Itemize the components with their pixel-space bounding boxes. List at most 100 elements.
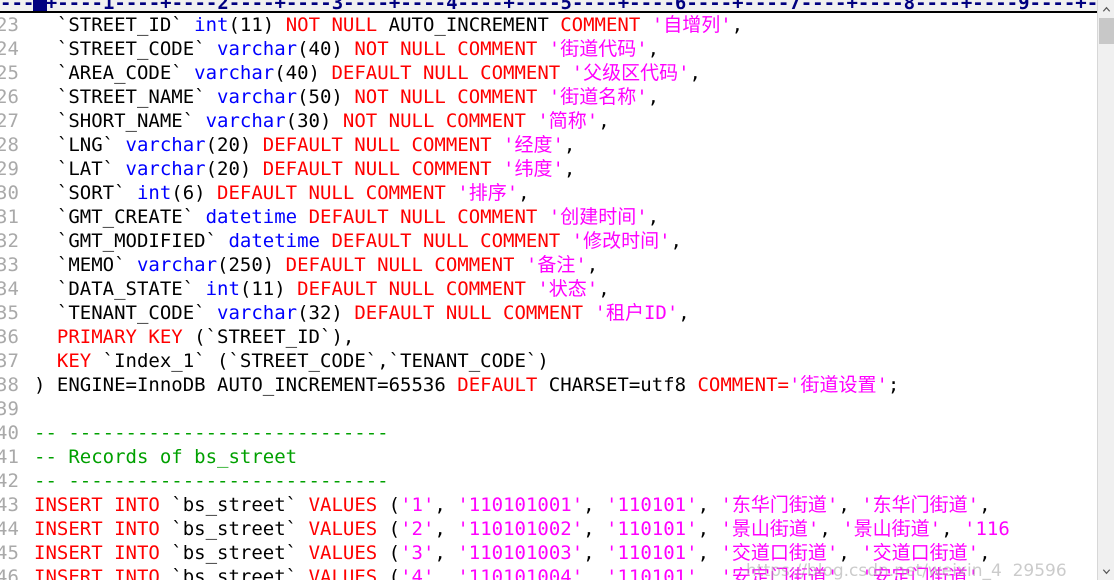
code-line[interactable]: 29 `LAT` varchar(20) DEFAULT NULL COMMEN…	[0, 157, 1010, 181]
code-line[interactable]: 27 `SHORT_NAME` varchar(30) NOT NULL COM…	[0, 109, 1010, 133]
code-token: varchar	[205, 110, 286, 132]
code-token: '3'	[400, 542, 435, 564]
code-token: DEFAULT NULL COMMENT	[331, 62, 572, 84]
code-token: varchar	[194, 62, 275, 84]
code-token: '110101'	[606, 494, 698, 516]
scroll-down-button[interactable]	[1098, 563, 1114, 580]
code-line[interactable]: 32 `GMT_MODIFIED` datetime DEFAULT NULL …	[0, 229, 1010, 253]
scroll-up-button[interactable]	[1098, 0, 1114, 17]
code-token: datetime	[205, 206, 298, 228]
code-token: -- Records of bs_street	[34, 446, 298, 468]
line-number: 29	[0, 158, 19, 180]
code-token: DEFAULT NULL COMMENT	[297, 278, 538, 300]
line-number: 33	[0, 254, 19, 276]
code-line[interactable]: 39	[0, 397, 1010, 421]
code-token: `STREET_CODE`	[34, 38, 218, 60]
code-line[interactable]: 25 `AREA_CODE` varchar(40) DEFAULT NULL …	[0, 61, 1010, 85]
code-line[interactable]: 23 `STREET_ID` int(11) NOT NULL AUTO_INC…	[0, 13, 1010, 37]
code-line[interactable]: 38) ENGINE=InnoDB AUTO_INCREMENT=65536 D…	[0, 373, 1010, 397]
code-token: `LNG`	[34, 134, 126, 156]
code-token: '交道口街道'	[720, 542, 839, 564]
code-editor-area[interactable]: 23 `STREET_ID` int(11) NOT NULL AUTO_INC…	[0, 13, 1097, 580]
code-token: '2'	[400, 518, 435, 540]
code-token: '景山街道'	[842, 518, 942, 540]
code-line[interactable]: 36 PRIMARY KEY (`STREET_ID`),	[0, 325, 1010, 349]
vertical-scrollbar[interactable]	[1097, 0, 1114, 580]
code-line[interactable]: 46 INSERT INTO `bs_street` VALUES ('4', '…	[0, 565, 1010, 580]
line-number: 45	[0, 542, 19, 564]
code-token: NOT NULL COMMENT	[342, 110, 538, 132]
code-token: (40)	[297, 38, 355, 60]
code-token: (	[388, 494, 401, 516]
line-number: 41	[0, 446, 19, 468]
code-token: '排序'	[457, 182, 519, 204]
code-token: `STREET_NAME`	[34, 86, 218, 108]
code-line[interactable]: 34 `DATA_STATE` int(11) DEFAULT NULL COM…	[0, 277, 1010, 301]
ruler-marks: ----+----1----+----2----+----3----+----4…	[0, 0, 1097, 13]
code-line[interactable]: 40 -- ----------------------------	[0, 421, 1010, 445]
code-line[interactable]: 42 -- ----------------------------	[0, 469, 1010, 493]
code-token: INSERT INTO	[34, 494, 172, 516]
code-token: ,	[647, 86, 660, 108]
code-token: DEFAULT NULL COMMENT	[262, 158, 504, 180]
code-token: COMMENT	[560, 14, 652, 36]
code-line[interactable]: 33 `MEMO` varchar(250) DEFAULT NULL COMM…	[0, 253, 1010, 277]
code-token: ,	[434, 518, 458, 540]
code-token: AUTO_INCREMENT	[388, 14, 561, 36]
code-token: '110101'	[606, 518, 698, 540]
code-token: (	[388, 566, 401, 580]
code-token: DEFAULT NULL COMMENT	[354, 302, 595, 324]
code-line[interactable]: 26 `STREET_NAME` varchar(50) NOT NULL CO…	[0, 85, 1010, 109]
code-token: ,	[598, 278, 610, 300]
scrollbar-track[interactable]	[1098, 17, 1114, 563]
code-token: PRIMARY KEY	[56, 326, 195, 348]
scrollbar-thumb[interactable]	[1099, 18, 1114, 44]
code-line[interactable]: 24 `STREET_CODE` varchar(40) NOT NULL CO…	[0, 37, 1010, 61]
code-token: '安定门街道'	[861, 566, 980, 580]
code-token: '110101003'	[457, 542, 584, 564]
line-number: 35	[0, 302, 19, 324]
code-token: NOT NULL COMMENT	[354, 38, 549, 60]
line-number: 36	[0, 326, 19, 348]
code-token: `LAT`	[34, 158, 126, 180]
code-token: (6)	[171, 182, 218, 204]
line-number: 43	[0, 494, 19, 516]
code-token: '父级区代码'	[571, 62, 690, 84]
code-token: `GMT_MODIFIED`	[34, 230, 229, 252]
code-token: INSERT INTO	[34, 518, 172, 540]
code-token: ,	[979, 566, 1003, 580]
code-line[interactable]: 28 `LNG` varchar(20) DEFAULT NULL COMMEN…	[0, 133, 1010, 157]
code-token: VALUES	[308, 518, 389, 540]
code-line[interactable]: 43 INSERT INTO `bs_street` VALUES ('1', '…	[0, 493, 1010, 517]
column-ruler: ----+----1----+----2----+----3----+----4…	[0, 0, 1097, 13]
code-token: varchar	[217, 86, 298, 108]
code-line[interactable]: 31 `GMT_CREATE` datetime DEFAULT NULL CO…	[0, 205, 1010, 229]
code-line[interactable]: 37 KEY `Index_1` (`STREET_CODE`,`TENANT_…	[0, 349, 1010, 373]
code-token: '110101004'	[457, 566, 584, 580]
line-number: 24	[0, 38, 19, 60]
code-token: '自增列'	[651, 14, 732, 36]
code-token: ,	[563, 158, 576, 180]
code-line[interactable]: 44 INSERT INTO `bs_street` VALUES ('2', '…	[0, 517, 1010, 541]
code-token: '街道设置'	[789, 374, 888, 396]
code-token: '交道口街道'	[861, 542, 980, 564]
code-lines[interactable]: 23 `STREET_ID` int(11) NOT NULL AUTO_INC…	[0, 13, 1010, 580]
code-token: (20)	[205, 158, 263, 180]
code-token: '街道代码'	[548, 38, 648, 60]
code-token: VALUES	[308, 566, 389, 580]
code-line[interactable]: 45 INSERT INTO `bs_street` VALUES ('3', '…	[0, 541, 1010, 565]
code-token: '修改时间'	[571, 230, 671, 252]
code-line[interactable]: 30 `SORT` int(6) DEFAULT NULL COMMENT '排…	[0, 181, 1010, 205]
code-token: (20)	[205, 134, 263, 156]
code-line[interactable]: 35 `TENANT_CODE` varchar(32) DEFAULT NUL…	[0, 301, 1010, 325]
line-number: 42	[0, 470, 19, 492]
code-token: varchar	[136, 254, 218, 276]
code-line[interactable]: 41 -- Records of bs_street	[0, 445, 1010, 469]
code-token: '纬度'	[503, 158, 564, 180]
line-number: 38	[0, 374, 19, 396]
code-token: ,	[678, 302, 690, 324]
line-number: 44	[0, 518, 19, 540]
